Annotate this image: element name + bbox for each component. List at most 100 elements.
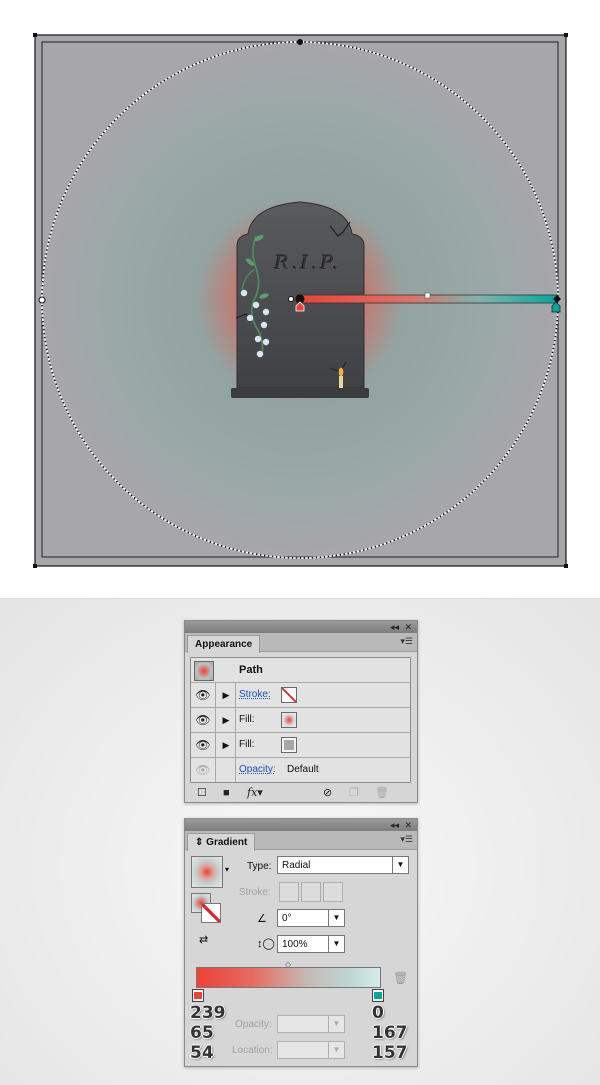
aspect-ratio-value: 100% bbox=[282, 939, 308, 950]
left-stop-red-value: 239 bbox=[190, 1003, 226, 1023]
tab-strip: Appearance ▾☰ bbox=[185, 633, 417, 653]
location-input: ▼ bbox=[277, 1041, 345, 1059]
eye-icon[interactable]: 👁 bbox=[191, 708, 216, 732]
right-stop-red-value: 0 bbox=[372, 1003, 384, 1023]
path-thumbnail bbox=[194, 661, 214, 681]
eye-icon[interactable]: 👁 bbox=[191, 683, 216, 707]
eye-icon-disabled: 👁 bbox=[191, 758, 216, 782]
aspect-ratio-input[interactable]: 100% ▼ bbox=[277, 935, 345, 953]
flower bbox=[260, 321, 268, 329]
stroke-along-icon bbox=[301, 882, 321, 902]
fill-label[interactable]: Fill: bbox=[239, 733, 255, 757]
candle-flame bbox=[338, 367, 344, 377]
opacity-value: Default bbox=[287, 764, 319, 775]
chevron-down-icon: ▼ bbox=[392, 857, 408, 873]
flower bbox=[256, 350, 264, 358]
artwork-canvas: R.I.P. bbox=[0, 0, 600, 599]
appearance-footer: ☐ ■ fx▾ ⊘ ❐ 🗑 bbox=[185, 783, 417, 803]
chevron-down-icon[interactable]: ▼ bbox=[328, 936, 344, 952]
flower bbox=[262, 308, 270, 316]
duplicate-item-icon[interactable]: ❐ bbox=[349, 786, 359, 800]
tab-gradient-label: Gradient bbox=[206, 837, 248, 848]
tab-strip: ⇕ Gradient ▾☰ bbox=[185, 831, 417, 851]
fill-label[interactable]: Fill: bbox=[239, 708, 255, 732]
extent-handle-left bbox=[38, 296, 46, 304]
panel-menu-icon[interactable]: ▾☰ bbox=[400, 834, 413, 845]
chevron-down-icon: ▼ bbox=[328, 1016, 344, 1032]
location-label: Location: bbox=[232, 1045, 273, 1056]
candle bbox=[339, 376, 343, 388]
gradient-preview-swatch[interactable] bbox=[191, 856, 223, 888]
annotator-midpoint bbox=[424, 292, 431, 299]
right-stop-green-value: 167 bbox=[372, 1023, 408, 1043]
appearance-panel: ◂◂ ✕ Appearance ▾☰ Path 👁 ▶ Stroke: 👁 ▶ … bbox=[184, 620, 418, 803]
gradient-fill-swatch[interactable] bbox=[281, 712, 297, 728]
eye-icon[interactable]: 👁 bbox=[191, 733, 216, 757]
artwork-svg bbox=[33, 33, 568, 568]
appearance-list: Path 👁 ▶ Stroke: 👁 ▶ Fill: 👁 ▶ Fill: 👁 O… bbox=[190, 657, 411, 783]
chevron-down-icon[interactable]: ▼ bbox=[328, 910, 344, 926]
color-stop-teal[interactable] bbox=[372, 989, 384, 1002]
path-label: Path bbox=[239, 664, 263, 676]
add-new-stroke-icon[interactable]: ☐ bbox=[197, 786, 207, 800]
gradient-slider[interactable] bbox=[196, 967, 381, 988]
color-stop-red[interactable] bbox=[192, 989, 204, 1002]
panel-titlebar[interactable]: ◂◂ ✕ bbox=[185, 819, 417, 831]
appearance-row-opacity[interactable]: 👁 Opacity: Default bbox=[191, 758, 410, 782]
handle-corner bbox=[564, 564, 568, 568]
delete-stop-icon[interactable]: 🗑 bbox=[393, 971, 408, 985]
tab-gradient[interactable]: ⇕ Gradient bbox=[187, 833, 256, 851]
flower bbox=[246, 314, 254, 322]
preset-dropdown-arrow-icon[interactable]: ▾ bbox=[225, 865, 229, 874]
handle-corner bbox=[33, 33, 37, 37]
type-select-value: Radial bbox=[282, 860, 311, 871]
stroke-within-icon bbox=[279, 882, 299, 902]
stroke-label[interactable]: Stroke: bbox=[239, 683, 271, 707]
reverse-gradient-icon[interactable]: ⇄ bbox=[199, 933, 208, 946]
appearance-header-row[interactable]: Path bbox=[191, 658, 410, 683]
flower bbox=[254, 335, 262, 343]
handle-corner bbox=[33, 564, 37, 568]
type-select[interactable]: Radial ▼ bbox=[277, 856, 409, 874]
stroke-indicator[interactable] bbox=[201, 903, 221, 923]
gray-fill-swatch[interactable] bbox=[281, 737, 297, 753]
close-icon[interactable]: ✕ bbox=[404, 819, 412, 831]
right-stop-blue-value: 157 bbox=[372, 1043, 408, 1063]
epitaph-text: R.I.P. bbox=[274, 252, 342, 274]
left-stop-blue-value: 54 bbox=[190, 1043, 214, 1063]
handle-corner bbox=[564, 33, 568, 37]
panel-titlebar[interactable]: ◂◂ ✕ bbox=[185, 621, 417, 633]
flower bbox=[262, 338, 270, 346]
close-icon[interactable]: ✕ bbox=[404, 621, 412, 633]
stroke-label: Stroke: bbox=[239, 887, 271, 898]
add-new-fill-icon[interactable]: ■ bbox=[223, 786, 230, 800]
chevron-down-icon: ▼ bbox=[328, 1042, 344, 1058]
angle-icon: ∠ bbox=[257, 913, 267, 925]
type-label: Type: bbox=[247, 861, 272, 872]
stroke-none-swatch[interactable] bbox=[281, 687, 297, 703]
expand-triangle-icon[interactable]: ▶ bbox=[217, 683, 236, 707]
collapse-icon[interactable]: ◂◂ bbox=[390, 621, 399, 633]
opacity-input: ▼ bbox=[277, 1015, 345, 1033]
aspect-ratio-icon: ↕◯ bbox=[257, 938, 275, 950]
tab-appearance[interactable]: Appearance bbox=[187, 635, 261, 653]
angle-input[interactable]: 0° ▼ bbox=[277, 909, 345, 927]
flower bbox=[252, 301, 260, 309]
opacity-label[interactable]: Opacity: bbox=[239, 758, 276, 782]
gradient-panel: ◂◂ ✕ ⇕ Gradient ▾☰ ▾ ⇄ Type: Radial ▼ St… bbox=[184, 818, 418, 1067]
collapse-icon[interactable]: ◂◂ bbox=[390, 819, 399, 831]
expand-triangle-icon[interactable]: ▶ bbox=[217, 733, 236, 757]
tombstone-base bbox=[231, 388, 369, 398]
expand-triangle-icon[interactable]: ▶ bbox=[217, 708, 236, 732]
opacity-label: Opacity: bbox=[235, 1019, 272, 1030]
appearance-row-fill-gradient[interactable]: 👁 ▶ Fill: bbox=[191, 708, 410, 733]
appearance-row-stroke[interactable]: 👁 ▶ Stroke: bbox=[191, 683, 410, 708]
angle-value: 0° bbox=[282, 913, 292, 924]
add-new-effect-icon[interactable]: fx▾ bbox=[247, 786, 263, 800]
delete-item-icon[interactable]: 🗑 bbox=[375, 786, 389, 800]
appearance-row-fill-gray[interactable]: 👁 ▶ Fill: bbox=[191, 733, 410, 758]
panel-menu-icon[interactable]: ▾☰ bbox=[400, 636, 413, 647]
clear-appearance-icon[interactable]: ⊘ bbox=[323, 786, 332, 800]
left-stop-green-value: 65 bbox=[190, 1023, 214, 1043]
extent-handle-top bbox=[297, 39, 303, 45]
